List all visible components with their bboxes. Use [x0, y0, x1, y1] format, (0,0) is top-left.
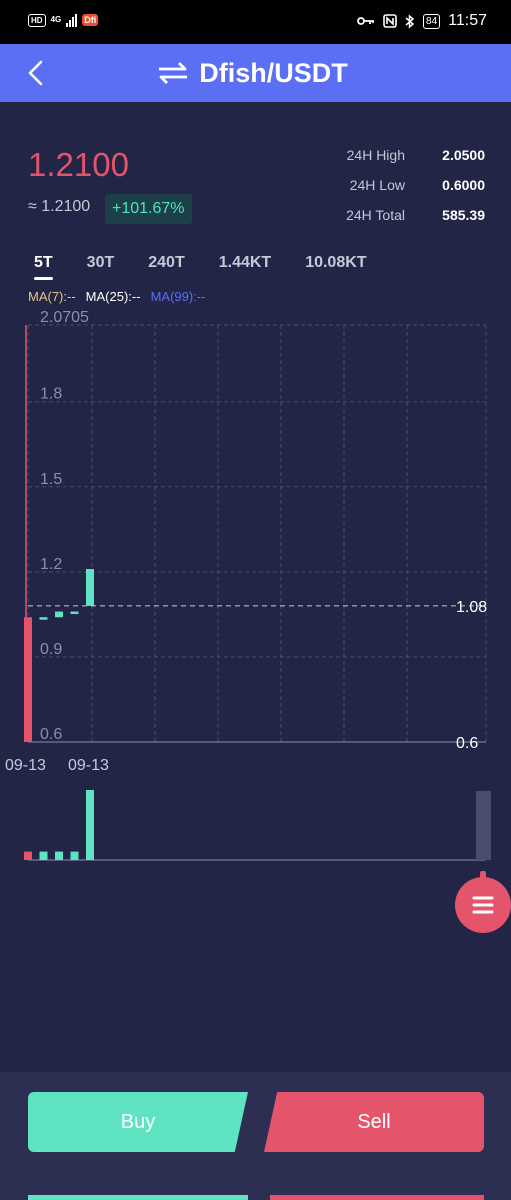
signal-icon: [66, 13, 78, 27]
volume-bar: [39, 851, 48, 860]
x-tick-label: 09-13: [68, 757, 109, 774]
right-axis-label: 0.6: [456, 735, 478, 752]
volume-bar: [24, 851, 32, 860]
stat-high: 24H High 2.0500: [285, 140, 485, 170]
stat-total: 24H Total 585.39: [285, 200, 485, 230]
stat-total-value: 585.39: [442, 207, 485, 223]
y-tick-label: 2.0705: [40, 309, 89, 326]
tab-30t[interactable]: 30T: [75, 250, 127, 280]
nfc-icon: [383, 14, 397, 28]
stat-low-label: 24H Low: [349, 177, 405, 193]
candle-body: [39, 617, 48, 620]
candle-body: [86, 569, 94, 606]
right-axis-label: 1.08: [456, 599, 487, 616]
page-title: Dfish/USDT: [199, 57, 348, 88]
change-badge: +101.67%: [105, 194, 192, 224]
y-tick-label: 0.6: [40, 726, 62, 743]
sell-button-secondary[interactable]: [270, 1195, 484, 1200]
network-indicator: 4G: [50, 15, 62, 24]
app-header: Dfish/USDT: [0, 44, 511, 102]
stats-panel: 24H High 2.0500 24H Low 0.6000 24H Total…: [285, 140, 485, 230]
menu-button[interactable]: [455, 871, 511, 933]
clock: 11:57: [448, 12, 487, 29]
volume-scroll-handle: [476, 791, 491, 860]
stat-low-value: 0.6000: [442, 177, 485, 193]
buy-button[interactable]: Buy: [28, 1092, 248, 1152]
interval-tabs: 5T 30T 240T 1.44KT 10.08KT: [22, 250, 389, 280]
tab-5t[interactable]: 5T: [22, 250, 65, 280]
status-bar: HD 4G Dfi 84 11:57: [0, 0, 511, 44]
tab-10-08kt[interactable]: 10.08KT: [293, 250, 378, 280]
stat-total-label: 24H Total: [346, 207, 405, 223]
stat-high-label: 24H High: [346, 147, 405, 163]
battery-indicator: 84: [423, 13, 441, 29]
volume-bar: [55, 851, 63, 860]
swap-icon[interactable]: [157, 61, 189, 85]
hd-indicator: HD: [28, 13, 46, 27]
last-price: 1.2100: [28, 146, 129, 183]
candle-body: [55, 611, 63, 618]
price-chart[interactable]: 2.0705 1.8 1.5 1.2 0.9 0.6 1.08 0.6 09-13 09-13: [0, 300, 511, 870]
sell-button[interactable]: Sell: [264, 1092, 484, 1152]
stat-high-value: 2.0500: [442, 147, 485, 163]
volume-bar: [86, 790, 94, 860]
key-icon: [357, 17, 375, 25]
x-tick-label: 09-13: [5, 757, 46, 774]
candle-body: [70, 611, 79, 615]
y-tick-label: 0.9: [40, 641, 62, 658]
y-tick-label: 1.8: [40, 386, 62, 403]
volume-bar: [70, 851, 79, 860]
menu-icon: [472, 896, 494, 914]
buy-button-secondary[interactable]: [28, 1195, 248, 1200]
bluetooth-icon: [405, 13, 415, 29]
candle-body: [24, 617, 32, 742]
stat-low: 24H Low 0.6000: [285, 170, 485, 200]
approx-price: ≈ 1.2100: [28, 198, 91, 215]
app-notification-icon: Dfi: [82, 14, 99, 26]
pair-selector[interactable]: Dfish/USDT: [0, 44, 511, 102]
tab-1-44kt[interactable]: 1.44KT: [207, 250, 283, 280]
y-tick-label: 1.5: [40, 471, 62, 488]
y-tick-label: 1.2: [40, 556, 62, 573]
tab-240t[interactable]: 240T: [136, 250, 196, 280]
